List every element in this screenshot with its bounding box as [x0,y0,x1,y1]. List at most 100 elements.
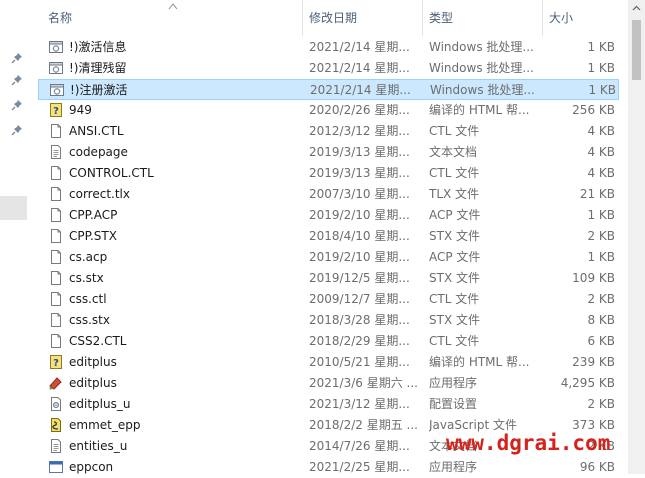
file-type: 编译的 HTML 帮... [429,355,530,369]
file-modified-date: 2021/2/14 星期... [309,61,410,75]
file-type: ACP 文件 [429,250,481,264]
file-icon [48,207,64,223]
editplus-app-icon [48,375,64,391]
file-row[interactable]: codepage 2019/3/13 星期... 文本文档 4 KB [38,142,619,163]
batch-file-icon [49,82,65,98]
file-row[interactable]: eppcon 2021/2/25 星期... 应用程序 96 KB [38,457,619,478]
file-row[interactable]: css.ctl 2009/12/7 星期... CTL 文件 2 KB [38,289,619,310]
file-modified-date: 2019/3/13 星期... [309,166,410,180]
file-row[interactable]: editplus_u 2021/3/12 星期... 配置设置 2 KB [38,394,619,415]
file-modified-date: 2018/4/10 星期... [309,229,410,243]
file-type: 应用程序 [429,376,478,390]
file-icon [48,165,64,181]
column-size-label: 大小 [549,11,574,25]
file-type: STX 文件 [429,313,480,327]
file-name: cs.stx [69,271,104,285]
file-modified-date: 2012/3/12 星期... [309,124,410,138]
file-row[interactable]: CSS2.CTL 2018/2/29 星期... CTL 文件 6 KB [38,331,619,352]
file-modified-date: 2021/3/12 星期... [309,397,410,411]
file-type: STX 文件 [429,271,480,285]
file-type: CTL 文件 [429,292,480,306]
file-name: editplus [69,376,117,390]
nav-selected-item[interactable] [0,196,27,220]
file-modified-date: 2021/2/14 星期... [309,40,410,54]
sort-ascending-icon [168,3,178,10]
file-type: CTL 文件 [429,124,480,138]
column-header-size[interactable]: 大小 [542,0,628,36]
file-modified-date: 2010/5/21 星期... [309,355,410,369]
column-header: 名称 修改日期 类型 大小 [38,0,628,36]
file-size: 8 KB [587,313,615,327]
file-icon [48,228,64,244]
file-size: 109 KB [572,271,615,285]
file-modified-date: 2018/2/2 星期五 ... [309,418,418,432]
file-icon [48,291,64,307]
column-date-label: 修改日期 [309,11,358,25]
file-row[interactable]: ? editplus 2010/5/21 星期... 编译的 HTML 帮... 239… [38,352,619,373]
file-row[interactable]: css.stx 2018/3/28 星期... STX 文件 8 KB [38,310,619,331]
chm-help-icon: ? [48,102,64,118]
file-type: ACP 文件 [429,208,481,222]
file-name: entities_u [69,439,128,453]
file-size: 4 KB [587,124,615,138]
file-row[interactable]: ANSI.CTL 2012/3/12 星期... CTL 文件 4 KB [38,121,619,142]
vertical-scrollbar[interactable] [628,0,645,474]
pin-icon[interactable] [11,124,23,136]
pin-icon[interactable] [11,52,23,64]
file-name: css.stx [69,313,110,327]
scrollbar-thumb[interactable] [632,20,641,80]
watermark-text: www.dgrai.com [446,431,611,455]
file-modified-date: 2019/12/5 星期... [309,271,410,285]
file-type: CTL 文件 [429,334,480,348]
file-row[interactable]: !)清理残留 2021/2/14 星期... Windows 批处理... 1 KB [38,58,619,79]
scroll-up-arrow-icon[interactable] [628,0,645,17]
file-row[interactable]: !)注册激活 2021/2/14 星期... Windows 批处理... 1 KB [38,79,619,100]
file-icon [48,186,64,202]
file-size: 2 KB [587,397,615,411]
file-modified-date: 2009/12/7 星期... [309,292,410,306]
file-name: CSS2.CTL [69,334,127,348]
file-row[interactable]: cs.stx 2019/12/5 星期... STX 文件 109 KB [38,268,619,289]
svg-text:?: ? [53,106,59,117]
file-modified-date: 2019/2/10 星期... [309,208,410,222]
file-size: 1 KB [587,61,615,75]
column-header-type[interactable]: 类型 [422,0,542,36]
file-type: STX 文件 [429,229,480,243]
pin-icon[interactable] [11,74,23,86]
column-header-date[interactable]: 修改日期 [302,0,422,36]
file-modified-date: 2021/2/14 星期... [310,83,411,97]
file-name: codepage [69,145,128,159]
chm-help-icon: ? [48,354,64,370]
file-modified-date: 2007/3/10 星期... [309,187,410,201]
file-size: 1 KB [587,208,615,222]
column-type-label: 类型 [429,11,454,25]
text-file-icon [48,144,64,160]
file-size: 2 KB [587,229,615,243]
file-row[interactable]: CONTROL.CTL 2019/3/13 星期... CTL 文件 4 KB [38,163,619,184]
file-row[interactable]: cs.acp 2019/2/10 星期... ACP 文件 1 KB [38,247,619,268]
config-file-icon [48,396,64,412]
svg-text:?: ? [53,358,59,369]
text-file-icon [48,438,64,454]
file-modified-date: 2021/2/25 星期... [309,460,410,474]
file-icon [48,249,64,265]
file-size: 256 KB [572,103,615,117]
pin-icon[interactable] [11,99,23,111]
file-modified-date: 2018/3/28 星期... [309,313,410,327]
file-type: 配置设置 [429,397,478,411]
file-type: Windows 批处理... [429,40,534,54]
file-name: CPP.STX [69,229,117,243]
file-size: 21 KB [579,187,615,201]
file-size: 6 KB [587,334,615,348]
file-type: Windows 批处理... [429,61,534,75]
file-row[interactable]: editplus 2021/3/6 星期六 ... 应用程序 4,295 KB [38,373,619,394]
file-row[interactable]: !)激活信息 2021/2/14 星期... Windows 批处理... 1 KB [38,37,619,58]
file-modified-date: 2021/3/6 星期六 ... [309,376,418,390]
file-row[interactable]: CPP.ACP 2019/2/10 星期... ACP 文件 1 KB [38,205,619,226]
file-row[interactable]: ? 949 2020/2/26 星期... 编译的 HTML 帮... 256 KB [38,100,619,121]
file-row[interactable]: correct.tlx 2007/3/10 星期... TLX 文件 21 KB [38,184,619,205]
file-name: CONTROL.CTL [69,166,154,180]
file-icon [48,270,64,286]
file-name: !)注册激活 [70,83,128,97]
file-row[interactable]: CPP.STX 2018/4/10 星期... STX 文件 2 KB [38,226,619,247]
